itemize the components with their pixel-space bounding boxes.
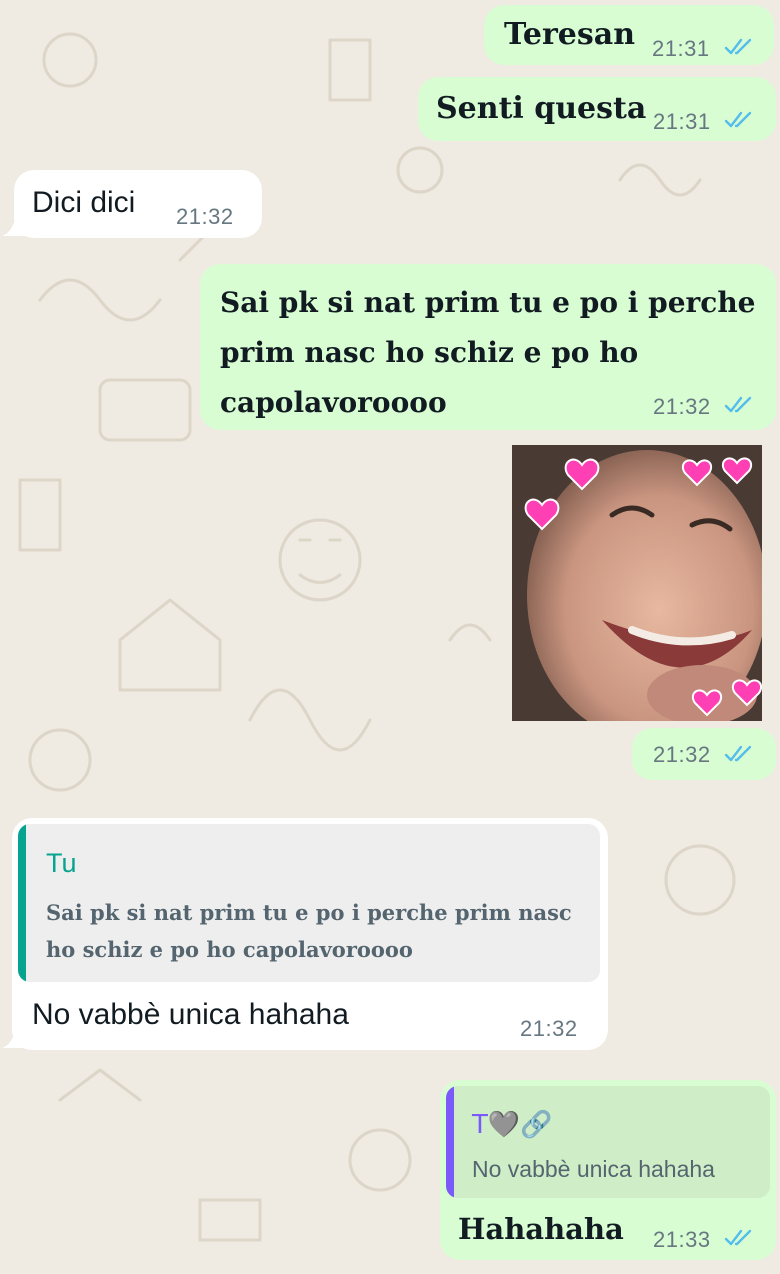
message-text: No vabbè unica hahaha xyxy=(32,998,349,1031)
message-line: prim nasc ho schiz e po ho xyxy=(220,336,639,369)
quote-author: Tu xyxy=(46,848,77,878)
quoted-message[interactable]: T🩶🔗 No vabbè unica hahaha xyxy=(446,1086,770,1198)
quote-author: T🩶🔗 xyxy=(472,1110,553,1140)
message-line: Sai pk si nat prim tu e po i perche xyxy=(220,286,756,319)
message-text: Hahahaha xyxy=(458,1212,624,1246)
message-text: Dici dici xyxy=(32,186,136,219)
message-bubble-outgoing[interactable]: Teresan 21:31 xyxy=(484,5,774,65)
message-bubble-outgoing[interactable]: T🩶🔗 No vabbè unica hahaha Hahahaha 21:33 xyxy=(440,1080,776,1260)
message-bubble-outgoing[interactable]: 21:32 xyxy=(632,728,776,780)
message-time: 21:31 xyxy=(652,36,710,61)
quote-text: No vabbè unica hahaha xyxy=(472,1156,715,1182)
message-time: 21:32 xyxy=(653,742,711,767)
quote-line: Sai pk si nat prim tu e po i perche prim… xyxy=(46,900,572,925)
message-time: 21:31 xyxy=(653,109,711,134)
message-time: 21:33 xyxy=(653,1227,711,1252)
message-bubble-outgoing[interactable]: Senti questa 21:31 xyxy=(418,77,776,141)
double-check-icon xyxy=(724,38,752,55)
message-bubble-incoming[interactable]: Dici dici 21:32 xyxy=(14,170,262,238)
quote-line: ho schiz e po ho capolavoroooo xyxy=(46,937,413,962)
message-text: Teresan xyxy=(504,17,636,52)
double-check-icon xyxy=(724,111,752,128)
message-time: 21:32 xyxy=(176,204,234,229)
double-check-icon xyxy=(724,396,752,413)
quote-accent-bar xyxy=(446,1086,454,1198)
baby-photo-image[interactable] xyxy=(512,445,762,721)
message-bubble-incoming[interactable]: Tu Sai pk si nat prim tu e po i perche p… xyxy=(12,818,608,1050)
double-check-icon xyxy=(724,745,752,762)
double-check-icon xyxy=(724,1229,752,1246)
message-time: 21:32 xyxy=(653,394,711,419)
message-bubble-outgoing[interactable]: Sai pk si nat prim tu e po i perche prim… xyxy=(200,264,776,430)
quoted-message[interactable]: Tu Sai pk si nat prim tu e po i perche p… xyxy=(18,824,600,982)
quote-text: Sai pk si nat prim tu e po i perche prim… xyxy=(46,894,572,968)
message-text: Senti questa xyxy=(436,91,647,126)
message-time: 21:32 xyxy=(520,1016,578,1041)
quote-accent-bar xyxy=(18,824,26,982)
